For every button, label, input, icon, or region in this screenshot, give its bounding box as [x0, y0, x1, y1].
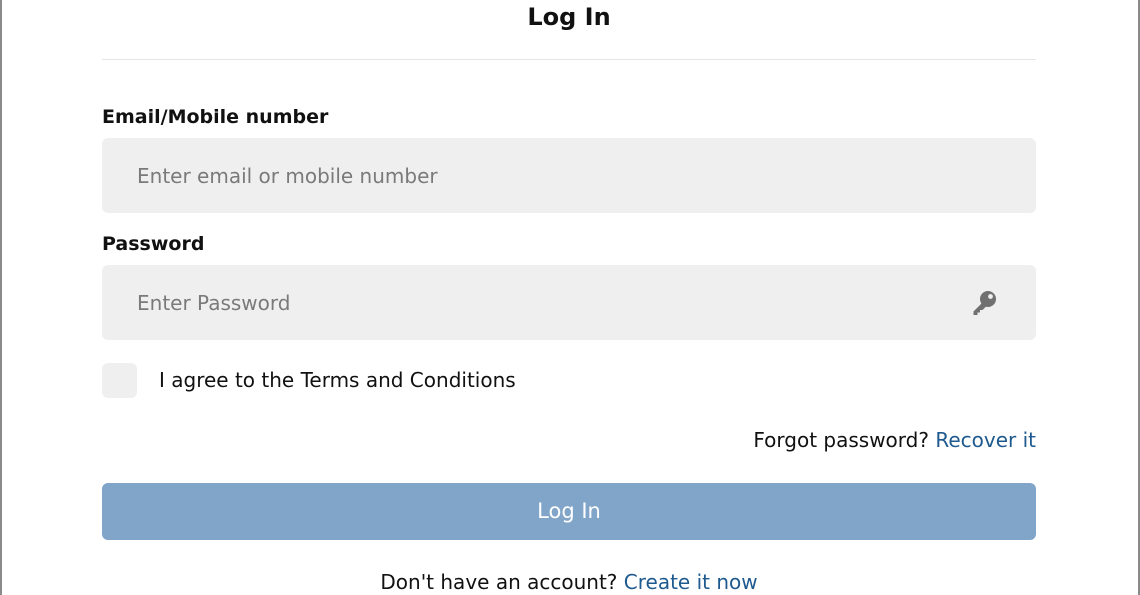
password-label: Password	[102, 233, 205, 255]
password-input[interactable]	[102, 265, 1036, 340]
terms-label: I agree to the Terms and Conditions	[159, 368, 516, 392]
title-divider	[102, 59, 1036, 60]
forgot-password-row: Forgot password? Recover it	[753, 428, 1036, 453]
login-button[interactable]: Log In	[102, 483, 1036, 540]
recover-link[interactable]: Recover it	[935, 428, 1036, 452]
forgot-password-prompt: Forgot password?	[753, 428, 929, 452]
signup-row: Don't have an account? Create it now	[102, 570, 1036, 595]
email-input[interactable]	[102, 138, 1036, 213]
email-field-container	[102, 138, 1036, 213]
signup-prompt: Don't have an account?	[380, 570, 618, 594]
email-label: Email/Mobile number	[102, 106, 329, 128]
terms-checkbox[interactable]	[102, 363, 137, 398]
password-field-container	[102, 265, 1036, 340]
key-icon[interactable]	[970, 289, 998, 317]
dialog-title: Log In	[527, 3, 611, 31]
create-account-link[interactable]: Create it now	[624, 570, 758, 594]
window-left-border	[0, 0, 2, 595]
